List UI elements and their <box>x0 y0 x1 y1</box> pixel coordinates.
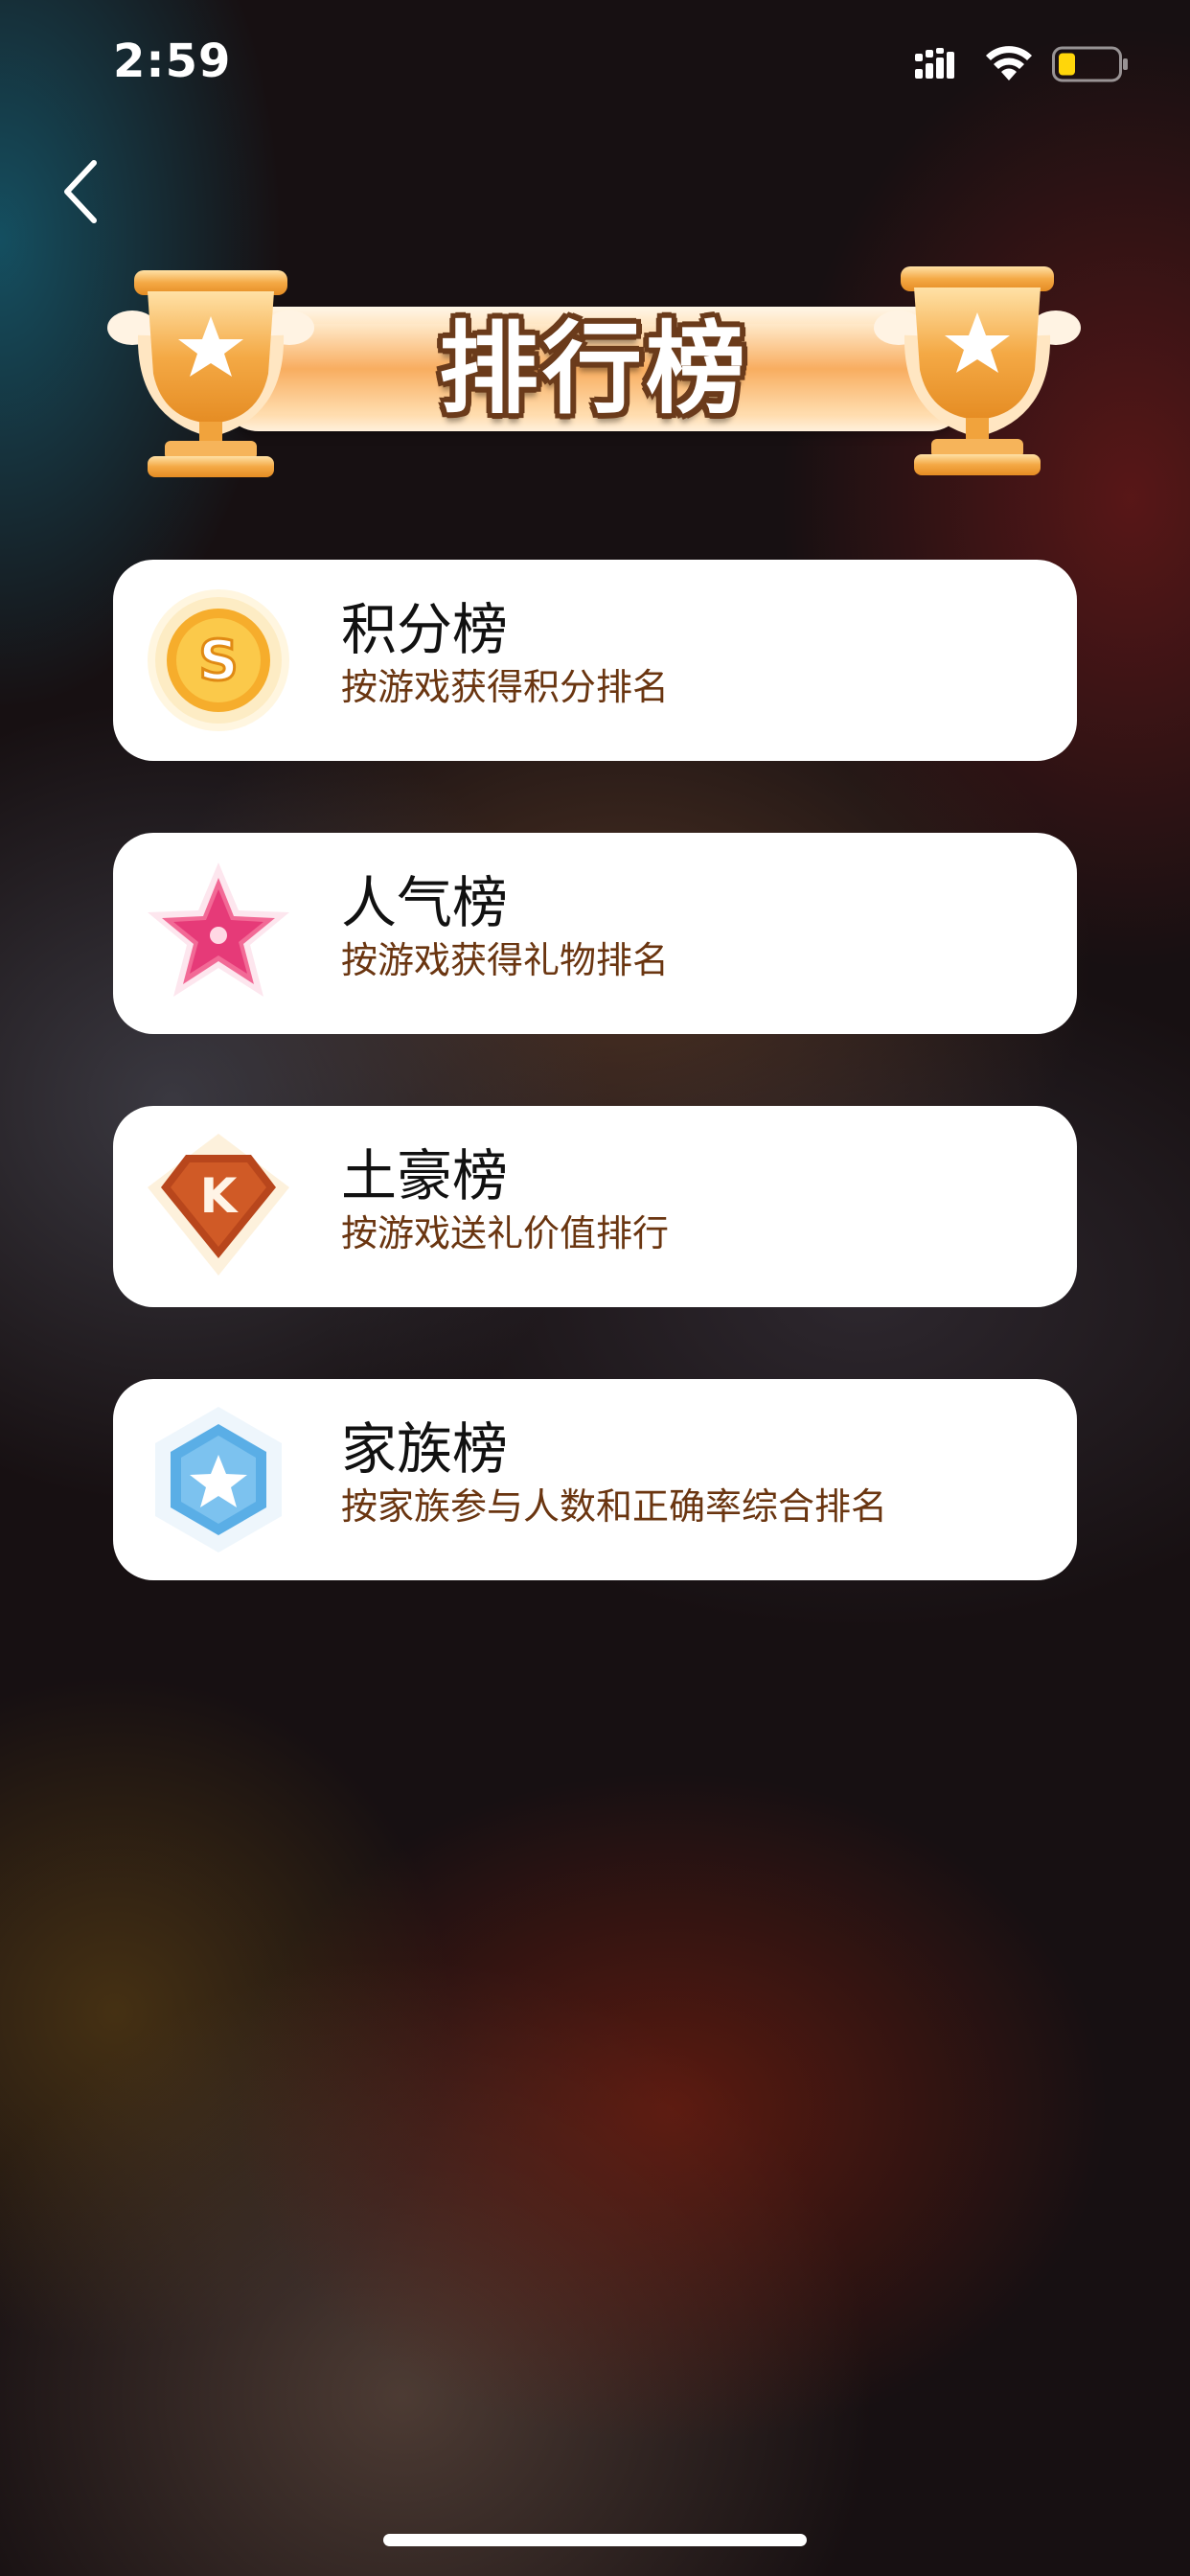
blue-hexagon-star-icon <box>155 1407 282 1552</box>
battery-icon <box>1052 46 1128 82</box>
card-subtitle: 按家族参与人数和正确率综合排名 <box>341 1485 888 1528</box>
svg-text:S: S <box>198 628 239 693</box>
card-title: 积分榜 <box>341 597 509 662</box>
leaderboard-card-family[interactable]: 家族榜 按家族参与人数和正确率综合排名 <box>113 1379 1077 1580</box>
page-title: 排行榜 <box>438 310 749 427</box>
back-button[interactable] <box>54 153 111 230</box>
status-bar: 2:59 <box>0 0 1190 125</box>
card-title: 家族榜 <box>341 1416 509 1482</box>
svg-text:K: K <box>200 1168 240 1224</box>
leaderboard-list: S 积分榜 按游戏获得积分排名 人气榜 按游戏获得礼物排名 K 土豪榜 按游戏送… <box>113 560 1077 1652</box>
pink-star-icon <box>148 862 289 997</box>
coin-s-icon: S <box>148 589 289 731</box>
chevron-left-icon <box>64 160 97 223</box>
status-time: 2:59 <box>113 34 232 88</box>
card-subtitle: 按游戏送礼价值排行 <box>341 1212 670 1254</box>
card-subtitle: 按游戏获得礼物排名 <box>341 939 670 981</box>
leaderboard-card-points[interactable]: S 积分榜 按游戏获得积分排名 <box>113 560 1077 761</box>
leaderboard-card-tycoon[interactable]: K 土豪榜 按游戏送礼价值排行 <box>113 1106 1077 1307</box>
card-title: 人气榜 <box>341 870 509 935</box>
leaderboard-card-popularity[interactable]: 人气榜 按游戏获得礼物排名 <box>113 833 1077 1034</box>
k-shield-icon: K <box>148 1134 289 1276</box>
card-subtitle: 按游戏获得积分排名 <box>341 666 670 708</box>
wifi-icon <box>986 46 1032 80</box>
leaderboard-banner: 排行榜 <box>105 259 1083 479</box>
signal-icon <box>915 48 954 79</box>
card-title: 土豪榜 <box>341 1143 509 1208</box>
home-indicator[interactable] <box>383 2534 807 2546</box>
